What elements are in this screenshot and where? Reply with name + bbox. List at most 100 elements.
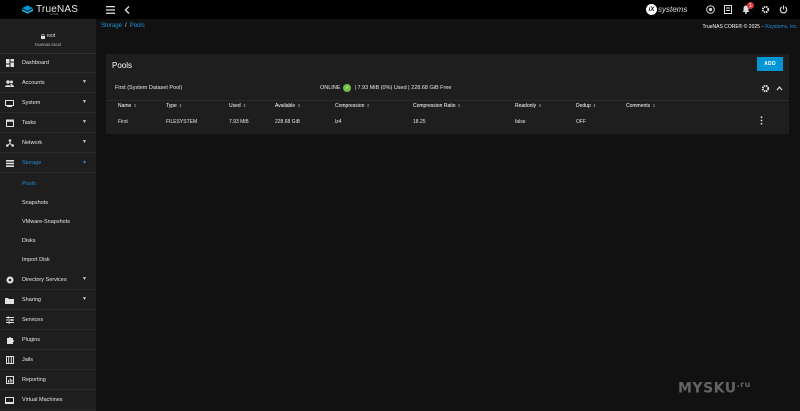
sidebar: root truenas.local Dashboard Accounts ▼ … [0, 19, 96, 411]
column-header-used[interactable]: Used ⇕ [229, 103, 246, 109]
sidebar-item-sharing[interactable]: Sharing ▼ [0, 291, 96, 310]
sidebar-subitem-disks[interactable]: Disks [0, 231, 96, 250]
pool-settings-gear-icon[interactable] [761, 84, 770, 95]
add-pool-button[interactable]: ADD [757, 57, 783, 71]
sidebar-item-accounts[interactable]: Accounts ▼ [0, 74, 96, 93]
cell-compression: lz4 [335, 119, 342, 125]
settings-gear-icon[interactable] [760, 4, 771, 15]
pool-status-label: ONLINE [320, 85, 341, 91]
chevron-down-icon: ▼ [82, 296, 87, 302]
top-bar: TrueNAS CORE iX systems 1 [0, 0, 800, 19]
column-header-available[interactable]: Available ⇕ [275, 103, 301, 109]
column-header-compression[interactable]: Compression ⇕ [335, 103, 370, 109]
pools-card: Pools ADD First (System Dataset Pool) ON… [106, 54, 789, 134]
cell-dedup: OFF [576, 119, 586, 125]
check-circle-icon: ✓ [343, 84, 352, 92]
sidebar-item-services[interactable]: Services [0, 311, 96, 330]
sidebar-item-label: Storage [22, 160, 42, 166]
sidebar-item-label: Tasks [22, 120, 37, 126]
sidebar-item-label: Virtual Machines [22, 397, 63, 403]
username: root [46, 33, 56, 39]
sort-icon: ⇕ [592, 103, 597, 108]
table-row[interactable]: First FILESYSTEM 7.93 MiB 228.68 GiB lz4… [106, 119, 789, 129]
power-icon[interactable] [778, 4, 789, 15]
sidebar-subitem-import-disk[interactable]: Import Disk [0, 250, 96, 269]
sort-icon: ⇕ [652, 103, 656, 108]
chevron-down-icon: ▼ [82, 99, 87, 105]
column-header-type[interactable]: Type ⇕ [166, 103, 182, 109]
cell-name: First [118, 119, 128, 125]
sidebar-item-label: Dashboard [22, 60, 49, 66]
sidebar-subitem-snapshots[interactable]: Snapshots [0, 193, 96, 212]
chevron-down-icon: ▼ [82, 119, 87, 125]
sidebar-item-virtual-machines[interactable]: Virtual Machines [0, 391, 96, 410]
truecommand-icon[interactable] [705, 4, 716, 15]
hamburger-menu-icon[interactable] [105, 4, 116, 15]
sort-icon: ⇕ [133, 103, 137, 108]
sidebar-item-label: Reporting [22, 377, 46, 383]
watermark: MYSKU.ru [678, 380, 751, 397]
sort-icon: ⇕ [297, 103, 301, 108]
logo-subtext: CORE [50, 12, 59, 16]
ix-logo-icon: iX [646, 4, 657, 15]
row-more-options-icon[interactable] [760, 116, 763, 127]
accounts-icon [5, 79, 14, 88]
sidebar-item-network[interactable]: Network ▼ [0, 134, 96, 153]
ixsystems-link[interactable]: iXsystems, Inc. [764, 24, 798, 30]
sidebar-item-label: Sharing [22, 297, 41, 303]
pool-status: ONLINE ✓ | 7.93 MiB (0%) Used | 228.68 G… [320, 84, 452, 92]
breadcrumb-storage[interactable]: Storage [101, 23, 122, 29]
sidebar-item-reporting[interactable]: Reporting [0, 371, 96, 390]
sidebar-item-directory-services[interactable]: Directory Services ▼ [0, 271, 96, 290]
system-icon [5, 99, 14, 108]
breadcrumb-pools[interactable]: Pools [130, 23, 145, 29]
sidebar-subitem-pools[interactable]: Pools [0, 174, 96, 193]
sidebar-item-jails[interactable]: Jails [0, 351, 96, 370]
divider [106, 100, 789, 101]
sidebar-item-label: Plugins [22, 337, 41, 343]
table-header: Name ⇕ Type ⇕ Used ⇕ Available ⇕ Compression… [106, 103, 789, 113]
chevron-down-icon: ▼ [82, 276, 87, 282]
sidebar-item-label: System [22, 100, 41, 106]
sidebar-item-label: Services [22, 317, 44, 323]
sidebar-item-label: Jails [22, 357, 34, 363]
task-manager-icon[interactable] [722, 4, 733, 15]
sharing-icon [5, 296, 14, 305]
sidebar-item-storage[interactable]: Storage ▲ [0, 154, 96, 173]
column-header-dedup[interactable]: Dedup ⇕ [576, 103, 596, 109]
sidebar-item-tasks[interactable]: Tasks ▼ [0, 114, 96, 133]
breadcrumb-bar: Storage / Pools TrueNAS CORE® © 2025 - i… [96, 19, 800, 36]
chevron-down-icon: ▼ [82, 79, 87, 85]
ixsystems-brand[interactable]: iX systems [646, 4, 687, 15]
cell-readonly: false [515, 119, 526, 125]
virtual-machines-icon [5, 396, 14, 405]
column-header-name[interactable]: Name ⇕ [118, 103, 137, 109]
sidebar-subitem-vmware-snapshots[interactable]: VMware-Snapshots [0, 212, 96, 231]
column-header-comments[interactable]: Comments ⇕ [626, 103, 656, 109]
notification-count-badge: 1 [747, 2, 754, 9]
user-info: root truenas.local [0, 19, 96, 54]
pool-actions [761, 84, 783, 95]
copyright-text: TrueNAS CORE® © 2025 - [702, 24, 765, 30]
collapse-chevron-left-icon[interactable] [121, 4, 132, 15]
pool-name: First (System Dataset Pool) [115, 85, 183, 91]
brand-text: systems [658, 5, 688, 14]
hostname: truenas.local [35, 42, 61, 47]
sidebar-item-label: Accounts [22, 80, 45, 86]
collapse-chevron-up-icon[interactable] [776, 84, 783, 95]
sidebar-item-dashboard[interactable]: Dashboard [0, 54, 96, 73]
cell-compression-ratio: 18.25 [413, 119, 426, 125]
column-header-compression-ratio[interactable]: Compression Ratio ⇕ [413, 103, 461, 109]
breadcrumb-separator: / [125, 23, 127, 29]
storage-icon [5, 159, 14, 168]
sidebar-item-label: Directory Services [22, 277, 67, 283]
chevron-up-icon: ▲ [82, 159, 87, 165]
tasks-icon [5, 119, 14, 128]
sidebar-item-system[interactable]: System ▼ [0, 94, 96, 113]
column-header-readonly[interactable]: Readonly ⇕ [515, 103, 542, 109]
pool-usage: | 7.93 MiB (0%) Used | 228.68 GiB Free [354, 85, 452, 91]
breadcrumb: Storage / Pools [101, 23, 145, 29]
sort-icon: ⇕ [538, 103, 542, 108]
sidebar-item-plugins[interactable]: Plugins [0, 331, 96, 350]
plugins-icon [5, 336, 14, 345]
